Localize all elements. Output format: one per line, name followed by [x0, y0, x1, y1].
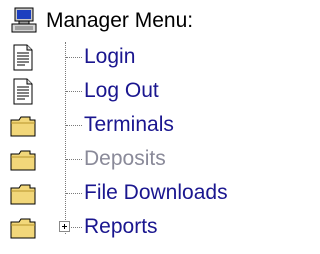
tree-item-terminals[interactable]: Terminals [0, 108, 278, 142]
folder-icon [10, 112, 36, 139]
tree-item-label: Deposits [84, 147, 166, 170]
expand-icon[interactable] [59, 221, 70, 232]
document-icon [10, 78, 36, 105]
document-icon [10, 44, 36, 71]
folder-icon [10, 214, 36, 241]
tree-branch-line [66, 159, 82, 160]
manager-menu-tree: Manager Menu: Login Log Out Terminals De… [0, 0, 278, 254]
tree-item-reports[interactable]: Reports [0, 210, 278, 244]
tree-branch-line [66, 91, 82, 92]
tree-item-label[interactable]: Log Out [84, 74, 159, 108]
tree-item-label[interactable]: Login [84, 40, 135, 74]
menu-title: Manager Menu: [46, 8, 194, 32]
tree-branch-line [66, 57, 82, 58]
tree-branch-line [71, 227, 82, 228]
folder-icon [10, 180, 36, 207]
tree-item-deposits: Deposits [0, 142, 278, 176]
menu-header: Manager Menu: [10, 4, 193, 36]
tree-item-label[interactable]: Reports [84, 210, 158, 244]
folder-icon [10, 146, 36, 173]
tree-branch-line [66, 193, 82, 194]
tree-branch-line [66, 125, 82, 126]
tree-item-log-out[interactable]: Log Out [0, 74, 278, 108]
tree-item-login[interactable]: Login [0, 40, 278, 74]
computer-icon [10, 6, 38, 34]
tree-item-file-downloads[interactable]: File Downloads [0, 176, 278, 210]
tree-item-label[interactable]: File Downloads [84, 176, 228, 210]
tree-item-label[interactable]: Terminals [84, 108, 174, 142]
